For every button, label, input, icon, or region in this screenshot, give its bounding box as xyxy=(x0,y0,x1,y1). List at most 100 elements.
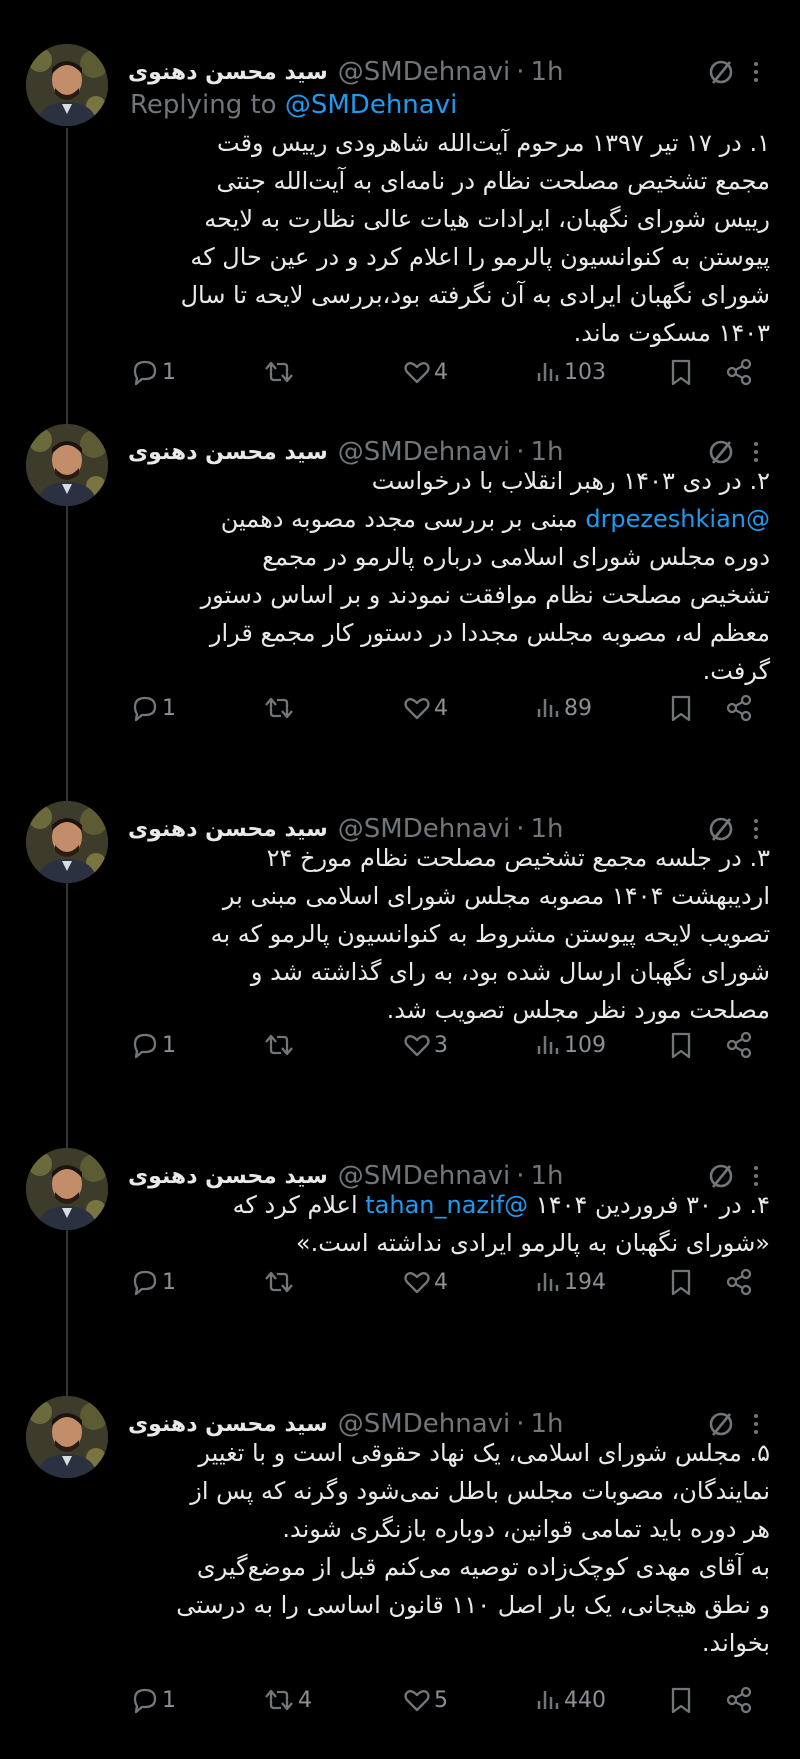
share-icon xyxy=(724,1685,754,1715)
reply-count: 1 xyxy=(162,1269,176,1295)
tweet-text: ۴. در ۳۰ فروردین ۱۴۰۴ @tahan_nazif اعلام… xyxy=(130,1186,770,1262)
retweet-button[interactable]: 4 xyxy=(262,1680,312,1720)
avatar[interactable] xyxy=(26,1148,108,1230)
author-name[interactable]: سید محسن دهنوی xyxy=(128,440,328,465)
like-button[interactable]: 5 xyxy=(402,1680,448,1720)
replying-mention[interactable]: @SMDehnavi xyxy=(285,90,457,120)
replying-to: Replying to @SMDehnavi xyxy=(130,90,457,120)
views-icon xyxy=(534,1685,562,1715)
like-count: 4 xyxy=(434,1269,448,1295)
reply-count: 1 xyxy=(162,1032,176,1058)
retweet-icon xyxy=(262,1267,296,1297)
more-icon[interactable] xyxy=(744,56,768,88)
views-button[interactable]: 89 xyxy=(534,688,592,728)
heart-icon xyxy=(402,1685,432,1715)
avatar[interactable] xyxy=(26,424,108,506)
views-count: 103 xyxy=(564,359,606,385)
grok-icon[interactable] xyxy=(706,56,738,88)
like-count: 4 xyxy=(434,359,448,385)
bookmark-button[interactable] xyxy=(666,688,696,728)
tweet-line: شورای نگهبان ایرادی به آن نگرفته بود،برر… xyxy=(180,281,770,309)
timestamp[interactable]: 1h xyxy=(531,57,564,87)
bookmark-button[interactable] xyxy=(666,1680,696,1720)
retweet-icon xyxy=(262,1685,296,1715)
views-button[interactable]: 194 xyxy=(534,1262,606,1302)
action-bar: 1 4 194 xyxy=(130,1262,770,1302)
tweet-line: پیوستن به کنوانسیون پالرمو را اعلام کرد … xyxy=(190,243,770,271)
tweet[interactable]: سید محسن دهنوی @SMDehnavi · 1h ۲. در دی … xyxy=(0,424,800,804)
avatar[interactable] xyxy=(26,801,108,883)
bookmark-button[interactable] xyxy=(666,352,696,392)
heart-icon xyxy=(402,1267,432,1297)
like-button[interactable]: 4 xyxy=(402,352,448,392)
retweet-button[interactable] xyxy=(262,1025,298,1065)
author-name[interactable]: سید محسن دهنوی xyxy=(128,1412,328,1437)
reply-count: 1 xyxy=(162,1687,176,1713)
tweet-line: اردیبهشت ۱۴۰۴ مصوبه مجلس شورای اسلامی مب… xyxy=(222,882,770,910)
tweet[interactable]: سید محسن دهنوی @SMDehnavi · 1h Replying … xyxy=(0,44,800,444)
mention-link[interactable]: @tahan_nazif xyxy=(365,1191,528,1219)
tweet[interactable]: سید محسن دهنوی @SMDehnavi · 1h ۴. در ۳۰ … xyxy=(0,1148,800,1348)
tweet-text: ۵. مجلس شورای اسلامی، یک نهاد حقوقی است … xyxy=(130,1434,770,1662)
reply-icon xyxy=(130,1267,160,1297)
author-name[interactable]: سید محسن دهنوی xyxy=(128,1164,328,1189)
share-button[interactable] xyxy=(724,352,754,392)
heart-icon xyxy=(402,357,432,387)
share-icon xyxy=(724,357,754,387)
retweet-button[interactable] xyxy=(262,688,298,728)
tweet-line: هر دوره باید تمامی قوانین، دوباره بازنگر… xyxy=(282,1515,770,1543)
retweet-button[interactable] xyxy=(262,352,298,392)
tweet-line: بخواند. xyxy=(701,1629,770,1657)
reply-icon xyxy=(130,357,160,387)
views-button[interactable]: 103 xyxy=(534,352,606,392)
share-icon xyxy=(724,1267,754,1297)
reply-button[interactable]: 1 xyxy=(130,1262,176,1302)
views-icon xyxy=(534,1267,562,1297)
views-count: 194 xyxy=(564,1269,606,1295)
tweet-line: ۳. در جلسه مجمع تشخیص مصلحت نظام مورخ ۲۴ xyxy=(266,844,770,872)
tweet-header: سید محسن دهنوی @SMDehnavi · 1h xyxy=(128,52,768,92)
bookmark-icon xyxy=(666,1267,696,1297)
views-button[interactable]: 109 xyxy=(534,1025,606,1065)
bookmark-icon xyxy=(666,1030,696,1060)
mention-link[interactable]: @drpezeshkian xyxy=(585,505,770,533)
reply-icon xyxy=(130,1685,160,1715)
like-button[interactable]: 4 xyxy=(402,1262,448,1302)
reply-button[interactable]: 1 xyxy=(130,1680,176,1720)
share-button[interactable] xyxy=(724,1680,754,1720)
retweet-count: 4 xyxy=(298,1687,312,1713)
tweet[interactable]: سید محسن دهنوی @SMDehnavi · 1h ۳. در جلس… xyxy=(0,801,800,1141)
tweet-line: ۱. در ۱۷ تیر ۱۳۹۷ مرحوم آیت‌الله شاهرودی… xyxy=(217,129,770,157)
avatar[interactable] xyxy=(26,1396,108,1478)
tweet-line: مصلحت مورد نظر مجلس تصویب شد. xyxy=(386,996,770,1024)
heart-icon xyxy=(402,1030,432,1060)
tweet-text: ۱. در ۱۷ تیر ۱۳۹۷ مرحوم آیت‌الله شاهرودی… xyxy=(130,124,770,352)
share-icon xyxy=(724,1030,754,1060)
views-button[interactable]: 440 xyxy=(534,1680,606,1720)
action-bar: 1 4 103 xyxy=(130,352,770,392)
share-icon xyxy=(724,693,754,723)
tweet-line: شورای نگهبان ارسال شده بود، به رای گذاشت… xyxy=(250,958,770,986)
bookmark-button[interactable] xyxy=(666,1025,696,1065)
tweet-line: ۴. در ۳۰ فروردین ۱۴۰۴ @tahan_nazif اعلام… xyxy=(130,1186,770,1224)
tweet-line-start: ۴. در ۳۰ فروردین ۱۴۰۴ xyxy=(528,1191,770,1219)
tweet-line: تشخیص مصلحت نظام موافقت نمودند و بر اساس… xyxy=(200,581,770,609)
like-button[interactable]: 3 xyxy=(402,1025,448,1065)
reply-button[interactable]: 1 xyxy=(130,352,176,392)
author-handle[interactable]: @SMDehnavi xyxy=(338,57,510,87)
tweet[interactable]: سید محسن دهنوی @SMDehnavi · 1h ۵. مجلس ش… xyxy=(0,1396,800,1736)
reply-button[interactable]: 1 xyxy=(130,688,176,728)
like-button[interactable]: 4 xyxy=(402,688,448,728)
share-button[interactable] xyxy=(724,688,754,728)
reply-icon xyxy=(130,1030,160,1060)
author-name[interactable]: سید محسن دهنوی xyxy=(128,60,328,85)
bookmark-icon xyxy=(666,357,696,387)
reply-button[interactable]: 1 xyxy=(130,1025,176,1065)
bookmark-button[interactable] xyxy=(666,1262,696,1302)
avatar[interactable] xyxy=(26,44,108,126)
share-button[interactable] xyxy=(724,1025,754,1065)
share-button[interactable] xyxy=(724,1262,754,1302)
author-name[interactable]: سید محسن دهنوی xyxy=(128,817,328,842)
action-bar: 1 4 89 xyxy=(130,688,770,728)
retweet-button[interactable] xyxy=(262,1262,298,1302)
